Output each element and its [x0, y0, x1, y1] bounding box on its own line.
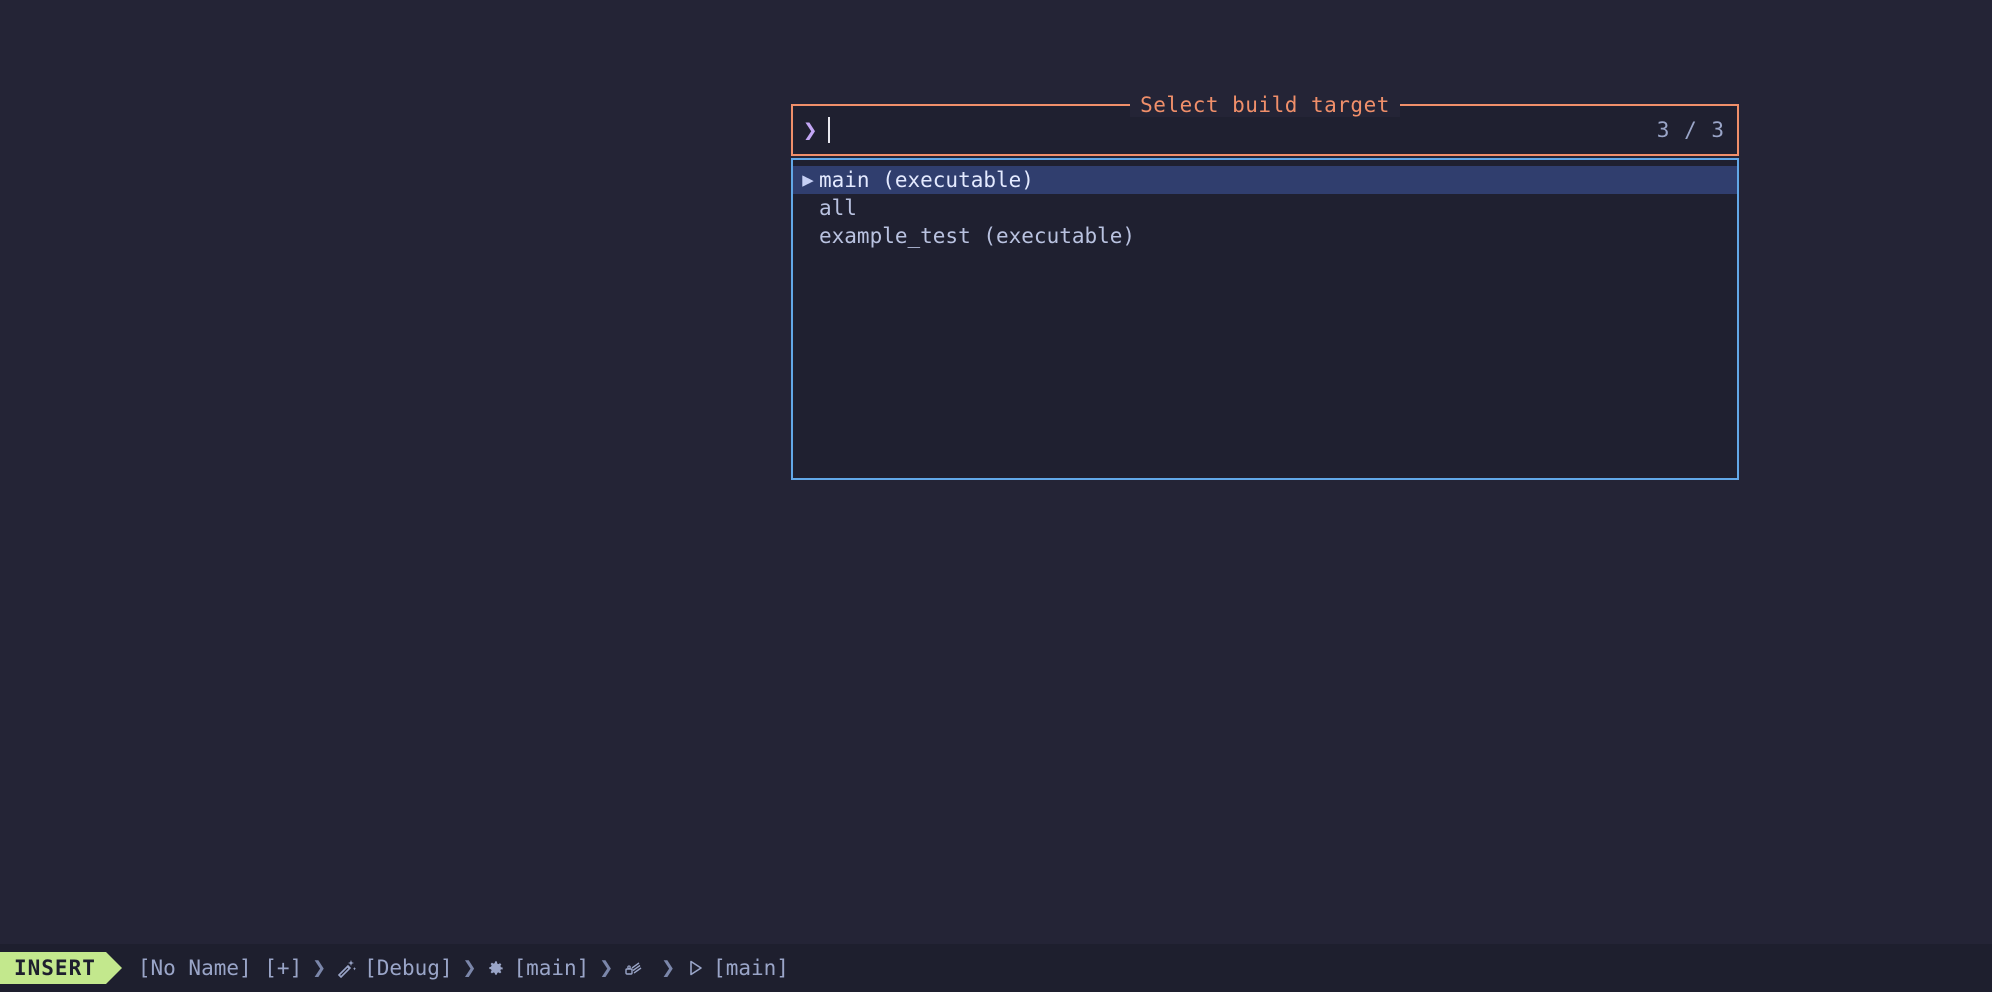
picker-results-pane[interactable]: ▶ main (executable) ▶ all ▶ example_test… — [791, 158, 1739, 480]
list-item[interactable]: ▶ all — [793, 194, 1737, 222]
selection-marker-icon: ▶ — [797, 199, 819, 218]
list-item-label: example_test (executable) — [819, 224, 1136, 248]
breadcrumb-item-debug[interactable]: [Debug] — [336, 956, 453, 980]
selection-marker-icon: ▶ — [802, 168, 814, 191]
breadcrumb: [No Name] [+] ❯ [Debug] ❯ [main] ❯ ❯ [ma… — [138, 955, 789, 981]
gear-icon — [486, 959, 505, 978]
result-counter: 3 / 3 — [1656, 118, 1725, 142]
search-input[interactable] — [827, 106, 1656, 154]
breadcrumb-item-file[interactable]: [No Name] [+] — [138, 956, 302, 980]
results-list: ▶ main (executable) ▶ all ▶ example_test… — [793, 160, 1737, 250]
text-cursor — [828, 117, 831, 143]
magic-wand-icon — [336, 958, 357, 978]
breadcrumb-item-build[interactable] — [623, 958, 651, 978]
breadcrumb-config-label: [main] — [513, 956, 590, 980]
mode-indicator-arrow — [105, 952, 122, 984]
breadcrumb-file-label: [No Name] [+] — [137, 956, 303, 980]
mode-indicator: INSERT — [0, 952, 106, 984]
list-item-label: all — [819, 196, 857, 220]
breadcrumb-run-label: [main] — [713, 956, 789, 980]
play-icon — [685, 958, 705, 978]
breadcrumb-separator-icon: ❯ — [661, 955, 676, 981]
breadcrumb-item-run[interactable]: [main] — [685, 956, 789, 980]
status-line: INSERT [No Name] [+] ❯ [Debug] ❯ [main] … — [0, 944, 1992, 992]
picker-prompt-pane: Select build target ❯ 3 / 3 — [791, 93, 1739, 156]
breadcrumb-item-config[interactable]: [main] — [486, 956, 589, 980]
prompt-row: ❯ 3 / 3 — [793, 106, 1737, 154]
build-target-picker: Select build target ❯ 3 / 3 ▶ main (exec… — [791, 93, 1739, 480]
list-item[interactable]: ▶ example_test (executable) — [793, 222, 1737, 250]
breadcrumb-separator-icon: ❯ — [462, 955, 477, 981]
breadcrumb-separator-icon: ❯ — [312, 955, 327, 981]
breadcrumb-separator-icon: ❯ — [599, 955, 614, 981]
list-item[interactable]: ▶ main (executable) — [793, 166, 1737, 194]
prompt-chevron-icon: ❯ — [803, 116, 818, 144]
selection-marker-icon: ▶ — [797, 227, 819, 246]
breadcrumb-debug-label: [Debug] — [364, 956, 453, 980]
list-item-label: main (executable) — [819, 168, 1034, 192]
build-hammer-icon — [623, 958, 643, 978]
